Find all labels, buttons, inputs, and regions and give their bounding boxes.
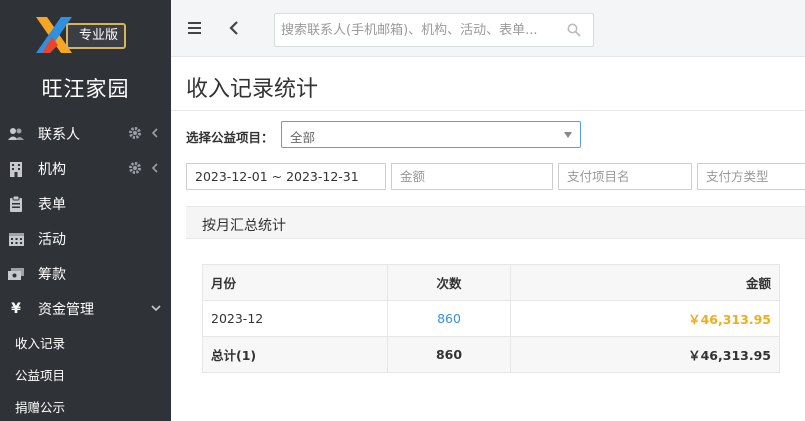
sidebar-item-forms[interactable]: 表单 — [0, 186, 171, 221]
caret-down-icon — [564, 132, 572, 138]
top-bar — [171, 0, 805, 57]
pay-type-input[interactable] — [698, 164, 805, 189]
menu-icon[interactable] — [188, 21, 202, 35]
sidebar-item-fundraising[interactable]: 筹款 — [0, 256, 171, 291]
sidebar-item-organizations[interactable]: 机构 — [0, 151, 171, 186]
sidebar-subitem-charity-projects[interactable]: 公益项目 — [0, 358, 171, 390]
total-count: 860 — [387, 336, 511, 373]
search-icon[interactable] — [567, 23, 581, 37]
project-select[interactable]: 全部 — [281, 121, 581, 148]
sidebar-subitem-donation-disclosure[interactable]: 捐赠公示 — [0, 390, 171, 421]
sidebar-item-label: 机构 — [38, 161, 66, 178]
date-range-field[interactable] — [186, 163, 386, 190]
column-header-amount: 金额 — [510, 264, 780, 301]
column-header-month: 月份 — [202, 264, 388, 301]
sidebar: 专业版 旺汪家园 联系人 机构 表单 活动 筹款 ¥ 资金管理 收入记录 公益项… — [0, 0, 171, 421]
panel-header: 按月汇总统计 — [186, 206, 805, 239]
project-select-label: 选择公益项目： — [186, 130, 274, 145]
calendar-icon — [8, 231, 24, 247]
sidebar-item-contacts[interactable]: 联系人 — [0, 116, 171, 151]
search-input[interactable] — [275, 14, 555, 46]
sidebar-item-label: 活动 — [38, 231, 66, 248]
money-icon — [8, 266, 24, 282]
page-title: 收入记录统计 — [186, 77, 319, 102]
sidebar-subitem-income-records[interactable]: 收入记录 — [0, 326, 171, 358]
chevron-left-icon[interactable] — [151, 163, 159, 173]
cell-count-link[interactable]: 860 — [387, 300, 511, 337]
project-select-value: 全部 — [290, 130, 316, 145]
item-name-input[interactable] — [559, 164, 691, 189]
sidebar-item-events[interactable]: 活动 — [0, 221, 171, 256]
site-title: 旺汪家园 — [41, 77, 130, 101]
users-icon — [8, 126, 24, 142]
date-range-input[interactable] — [187, 164, 385, 189]
global-search[interactable] — [274, 13, 594, 47]
chevron-down-icon[interactable] — [151, 304, 161, 312]
clipboard-icon — [8, 195, 24, 212]
gear-icon[interactable] — [128, 161, 142, 175]
sidebar-item-label: 表单 — [38, 196, 66, 213]
panel-title: 按月汇总统计 — [202, 218, 286, 234]
total-label: 总计(1) — [202, 336, 388, 373]
edition-badge: 专业版 — [66, 23, 126, 49]
building-icon — [8, 161, 24, 177]
brand: 专业版 旺汪家园 — [0, 0, 171, 110]
table-header-row: 月份 次数 金额 — [202, 264, 780, 301]
chevron-left-icon[interactable] — [229, 21, 239, 35]
divider — [171, 110, 805, 111]
column-header-count: 次数 — [387, 264, 511, 301]
cell-month: 2023-12 — [202, 300, 388, 337]
table-row: 2023-12 860 ￥46,313.95 — [202, 300, 780, 337]
table-total-row: 总计(1) 860 ￥46,313.95 — [202, 336, 780, 373]
gear-icon[interactable] — [128, 126, 142, 140]
amount-input[interactable] — [392, 164, 552, 189]
total-amount: ￥46,313.95 — [510, 336, 780, 373]
sidebar-item-fund-management[interactable]: ¥ 资金管理 — [0, 291, 171, 326]
cell-amount: ￥46,313.95 — [510, 300, 780, 337]
summary-table: 月份 次数 金额 2023-12 860 ￥46,313.95 总计(1) 86… — [202, 264, 780, 373]
chevron-left-icon[interactable] — [151, 128, 159, 138]
pay-type-field[interactable] — [697, 163, 805, 190]
sidebar-item-label: 资金管理 — [38, 301, 94, 318]
amount-field[interactable] — [391, 163, 553, 190]
sidebar-item-label: 联系人 — [38, 126, 80, 143]
monthly-summary-panel: 按月汇总统计 月份 次数 金额 2023-12 860 ￥46,313.95 总… — [186, 206, 805, 421]
yen-icon: ¥ — [11, 300, 21, 317]
sidebar-item-label: 筹款 — [38, 266, 66, 283]
item-name-field[interactable] — [558, 163, 692, 190]
